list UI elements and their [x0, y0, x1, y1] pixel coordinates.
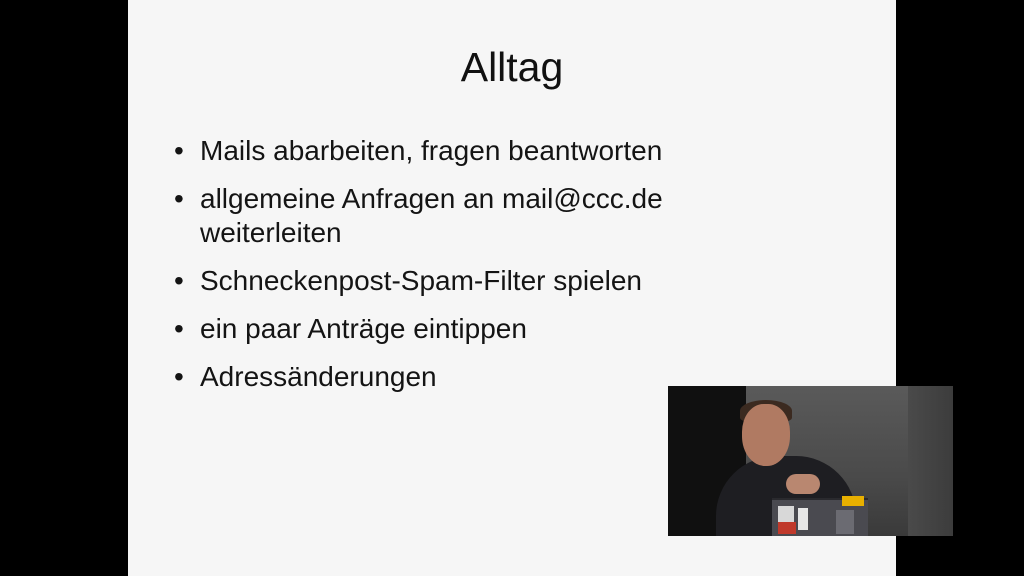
- speaker-hand: [786, 474, 820, 494]
- bullet-text: allgemeine Anfragen an mail@ccc.de weite…: [200, 183, 663, 248]
- laptop: [772, 496, 868, 536]
- laptop-sticker: [798, 508, 808, 530]
- bullet-marker: •: [174, 361, 184, 392]
- laptop-sticker: [836, 510, 854, 534]
- bullet-marker: •: [174, 265, 184, 296]
- bullet-text: Adressänderungen: [200, 361, 437, 392]
- laptop-sticker: [842, 496, 864, 506]
- video-frame: Alltag • Mails abarbeiten, fragen beantw…: [0, 0, 1024, 576]
- bullet-item: • ein paar Anträge eintippen: [174, 312, 734, 346]
- laptop-sticker: [778, 506, 794, 522]
- slide-title: Alltag: [460, 44, 564, 90]
- bullet-marker: •: [174, 183, 184, 214]
- speaker-face: [742, 404, 790, 466]
- bullet-item: • allgemeine Anfragen an mail@ccc.de wei…: [174, 182, 734, 250]
- bullet-item: • Mails abarbeiten, fragen beantworten: [174, 134, 734, 168]
- camera-background-edge: [908, 386, 953, 536]
- bullet-item: • Adressänderungen: [174, 360, 734, 394]
- bullet-item: • Schneckenpost-Spam-Filter spielen: [174, 264, 734, 298]
- bullet-text: Mails abarbeiten, fragen beantworten: [200, 135, 663, 166]
- bullet-marker: •: [174, 313, 184, 344]
- laptop-sticker: [778, 522, 796, 534]
- bullet-marker: •: [174, 135, 184, 166]
- bullet-text: ein paar Anträge eintippen: [200, 313, 527, 344]
- speaker-camera-inset: [668, 386, 953, 536]
- bullet-list: • Mails abarbeiten, fragen beantworten •…: [174, 134, 734, 408]
- bullet-text: Schneckenpost-Spam-Filter spielen: [200, 265, 642, 296]
